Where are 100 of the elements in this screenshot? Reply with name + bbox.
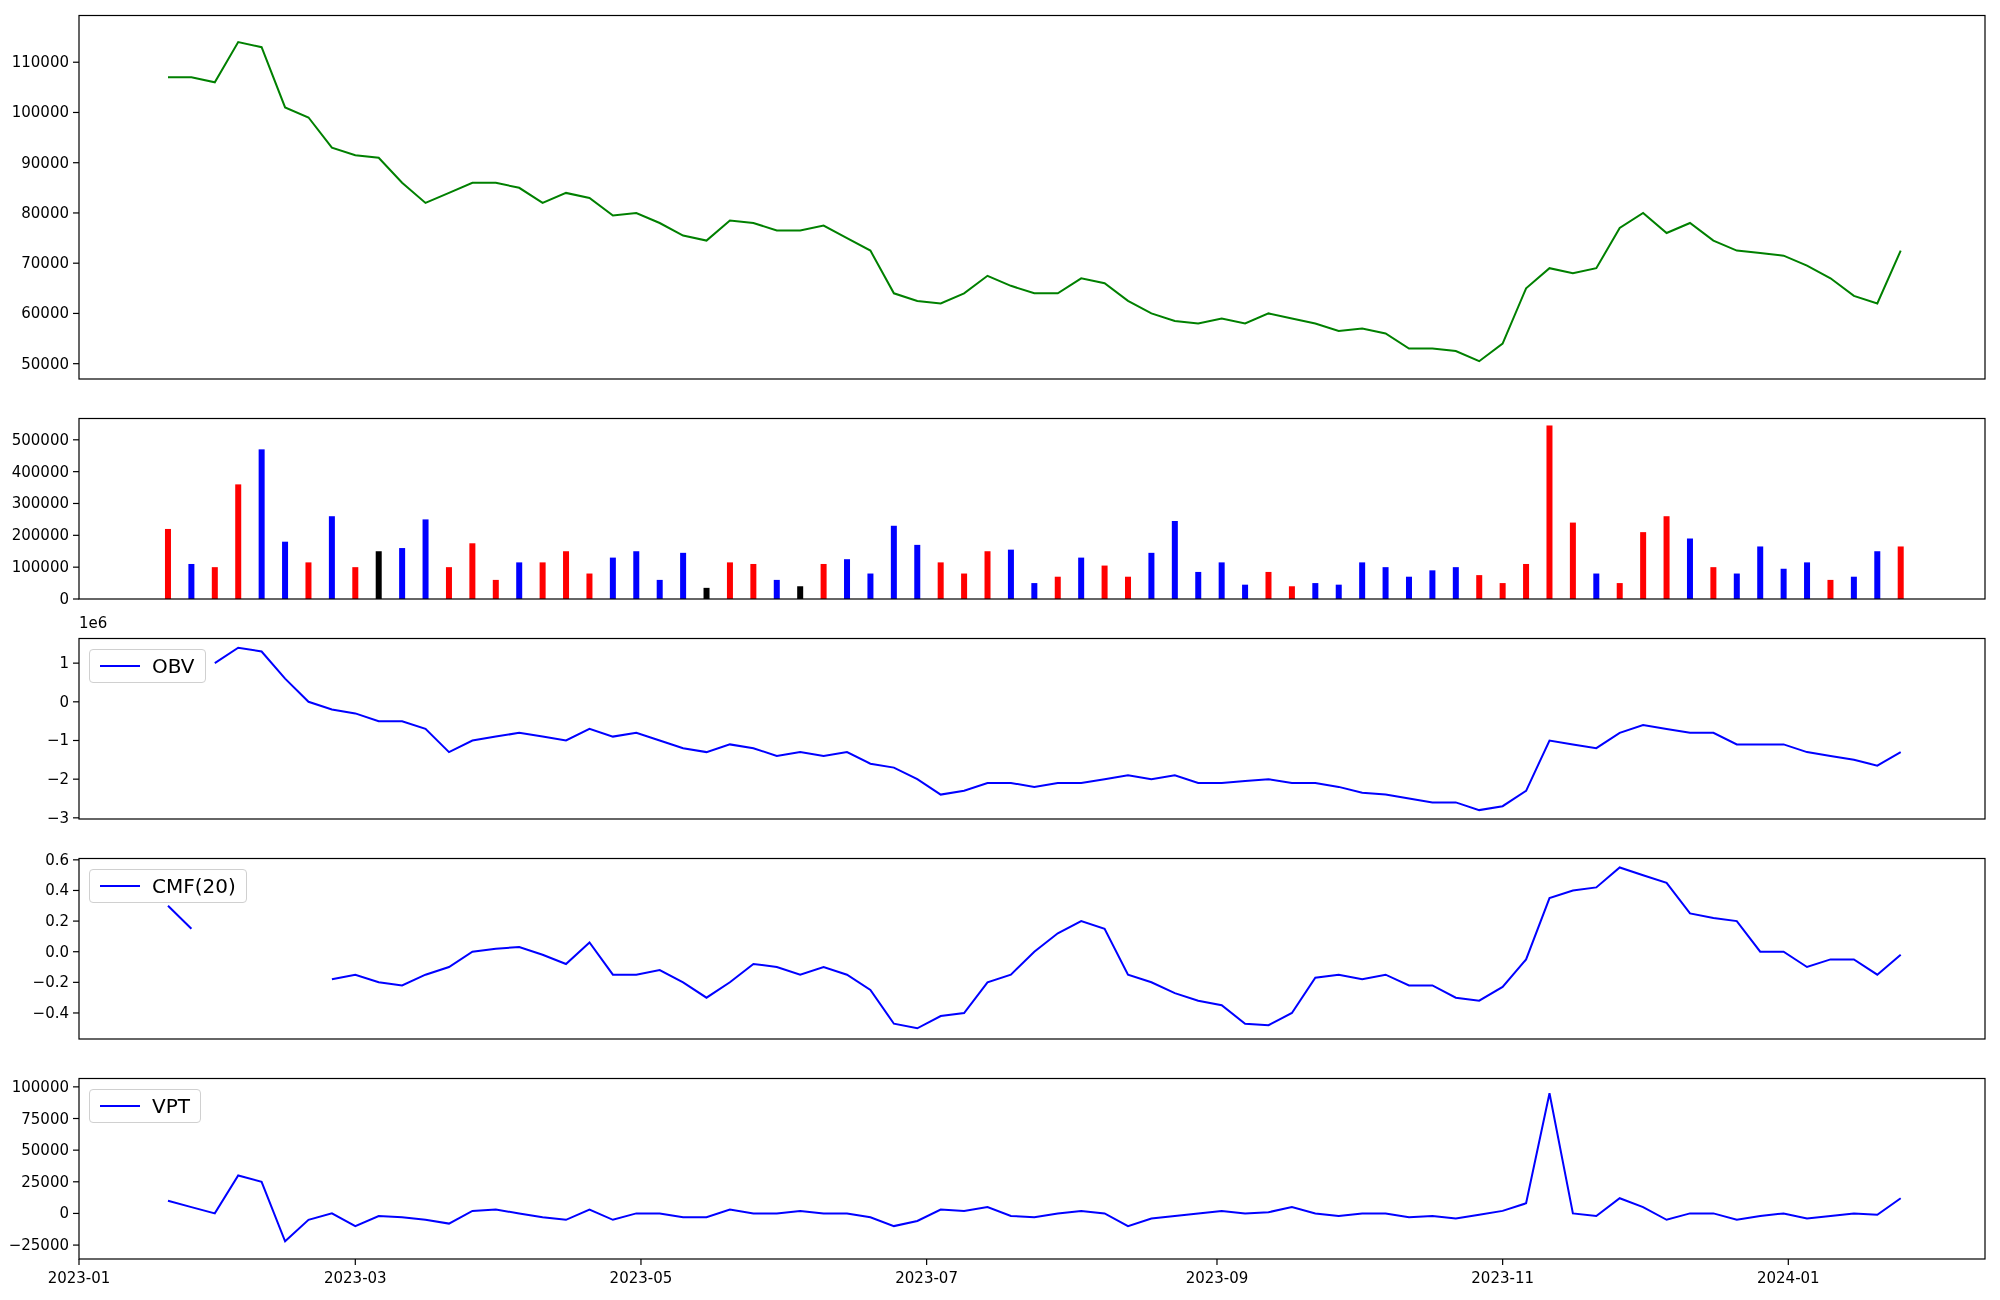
volume-bar — [1078, 557, 1085, 599]
volume-bar — [1616, 583, 1623, 599]
y-tick-label: 0.2 — [45, 912, 69, 931]
volume-bar — [1312, 583, 1319, 599]
y-tick-label: 50000 — [21, 354, 69, 373]
legend-label: CMF(20) — [152, 873, 236, 899]
volume-bar — [1288, 586, 1295, 599]
volume-bar — [726, 562, 733, 599]
volume-bar — [844, 559, 850, 599]
y-tick-label: 300000 — [11, 494, 69, 513]
volume-bar — [1804, 562, 1811, 599]
y-tick-label: 60000 — [21, 304, 69, 323]
x-tick-label: 2023-09 — [1185, 1269, 1249, 1287]
volume-bar — [1523, 564, 1530, 599]
y-tick-label: 500000 — [11, 430, 69, 449]
y-tick-label: −0.2 — [32, 973, 69, 992]
x-tick-label: 2023-01 — [47, 1269, 111, 1287]
volume-bar — [1031, 583, 1038, 599]
y-tick-label: 100000 — [11, 1077, 69, 1096]
volume-bar — [656, 579, 663, 599]
y-tick-label: 75000 — [21, 1109, 69, 1128]
volume-bar — [773, 579, 780, 599]
volume-bar — [609, 557, 616, 599]
volume-bar — [797, 586, 804, 599]
axis-offset-label: 1e6 — [79, 614, 108, 632]
x-tick-label: 2023-03 — [323, 1269, 387, 1287]
y-tick-label: 70000 — [21, 254, 69, 273]
volume-bar — [445, 567, 452, 599]
volume-bar — [1452, 567, 1459, 599]
y-tick-label: −0.4 — [32, 1003, 69, 1022]
volume-bar — [1686, 538, 1693, 599]
volume-bar — [1429, 570, 1436, 599]
volume-bar — [984, 551, 991, 599]
volume-bar — [1640, 532, 1647, 599]
legend-label: VPT — [152, 1093, 190, 1119]
y-tick-label: 1 — [59, 654, 69, 673]
legend-label: OBV — [152, 653, 195, 679]
volume-bar — [961, 573, 968, 599]
x-tick-label: 2024-01 — [1756, 1269, 1820, 1287]
volume-bar — [492, 579, 499, 599]
volume-bar — [563, 551, 570, 599]
volume-bar — [914, 544, 921, 599]
x-tick-label: 2023-11 — [1471, 1269, 1534, 1287]
legend-line-icon — [100, 665, 140, 667]
y-tick-label: 0.4 — [45, 881, 69, 900]
x-tick-label: 2023-05 — [609, 1269, 673, 1287]
volume-bar — [680, 552, 687, 599]
volume-bar — [375, 551, 382, 599]
volume-bar — [539, 562, 546, 599]
volume-bar — [1593, 573, 1600, 599]
volume-bar — [1382, 567, 1389, 599]
y-tick-label: 50000 — [21, 1141, 69, 1160]
legend-line-icon — [100, 1105, 140, 1107]
y-tick-label: −25000 — [8, 1236, 69, 1255]
volume-bar — [1218, 562, 1225, 599]
y-tick-label: 200000 — [11, 526, 69, 545]
y-tick-label: 400000 — [11, 462, 69, 481]
volume-bar — [352, 567, 359, 599]
y-tick-label: −3 — [46, 808, 69, 827]
volume-bar — [820, 564, 827, 599]
volume-bar — [1195, 571, 1202, 599]
volume-bar — [1827, 579, 1834, 599]
volume-bar — [1499, 583, 1506, 599]
volume-bar — [1242, 584, 1249, 599]
volume-bar — [399, 548, 406, 599]
y-tick-label: −2 — [46, 770, 69, 789]
volume-bar — [469, 543, 476, 599]
volume-bar — [1007, 549, 1014, 599]
volume-bar — [211, 567, 218, 599]
y-tick-label: 0.0 — [45, 942, 69, 961]
y-tick-label: 80000 — [21, 203, 69, 222]
volume-bar — [633, 551, 640, 599]
volume-bar — [282, 541, 289, 599]
volume-bar — [1101, 565, 1108, 599]
volume-bar — [1710, 567, 1717, 599]
volume-bar — [1733, 573, 1740, 599]
y-tick-label: 0 — [59, 692, 69, 711]
x-tick-label: 2023-07 — [895, 1269, 958, 1287]
volume-bar — [937, 562, 944, 599]
y-tick-label: 0.6 — [45, 850, 69, 869]
volume-bar — [1054, 576, 1061, 599]
volume-bar — [867, 573, 874, 599]
volume-bar — [1359, 562, 1366, 599]
volume-bar — [586, 573, 593, 599]
volume-bar — [1897, 546, 1904, 599]
y-tick-label: 0 — [59, 590, 69, 608]
legend-line-icon — [100, 885, 140, 887]
y-tick-label: 0 — [59, 1204, 69, 1223]
volume-bar — [1850, 576, 1857, 599]
volume-bar — [516, 562, 523, 599]
volume-bar — [188, 564, 195, 599]
volume-bar — [1780, 568, 1787, 599]
volume-bar — [1406, 576, 1412, 599]
y-tick-label: 100000 — [11, 558, 69, 577]
volume-bar — [1125, 576, 1131, 599]
volume-bar — [165, 528, 171, 599]
volume-bar — [1148, 552, 1155, 599]
volume-bar — [1874, 551, 1881, 599]
volume-bar — [1335, 584, 1342, 599]
volume-bar — [703, 587, 710, 599]
